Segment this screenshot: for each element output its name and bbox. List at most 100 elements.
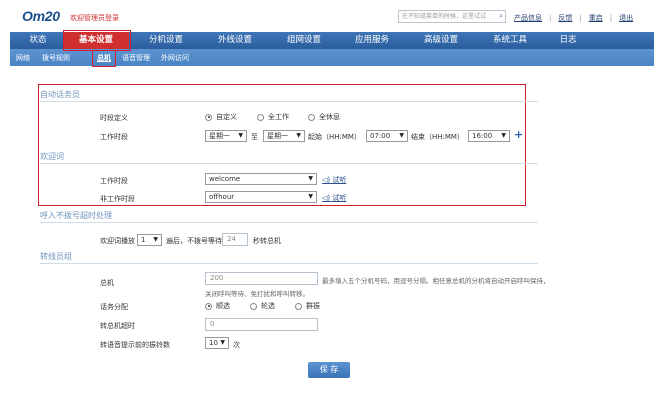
- radio-label: 全休息: [319, 113, 340, 121]
- logout-link[interactable]: 退出: [619, 13, 633, 23]
- speaker-icon: ◁): [322, 194, 331, 202]
- greeting-work-play-link[interactable]: ◁) 试听: [322, 175, 346, 185]
- highlight-box-content: [38, 84, 526, 206]
- highlight-box-subnav: [92, 50, 116, 67]
- greeting-off-play-link[interactable]: ◁) 试听: [322, 193, 346, 203]
- radio-custom[interactable]: 自定义: [205, 112, 237, 122]
- greeting-work-label: 工作时段: [100, 177, 128, 185]
- save-button[interactable]: 保 存: [308, 362, 350, 378]
- select-value: 10: [209, 339, 218, 347]
- nav-trunk-settings[interactable]: 外线设置: [200, 32, 270, 49]
- separator: |: [609, 14, 613, 22]
- radio-label: 群振: [306, 302, 320, 310]
- chevron-down-icon: ▼: [399, 132, 404, 139]
- search-input[interactable]: [399, 11, 493, 22]
- subnav-remote-access[interactable]: 外网访问: [161, 53, 189, 63]
- radio-label: 全工作: [268, 113, 289, 121]
- select-value: offhour: [209, 193, 235, 201]
- radio-all-work[interactable]: 全工作: [257, 112, 289, 122]
- nav-system-tools[interactable]: 系统工具: [476, 32, 544, 49]
- radio-label: 顺选: [216, 302, 230, 310]
- radio-dot[interactable]: [308, 113, 315, 121]
- section-divider: [40, 263, 538, 264]
- restart-link[interactable]: 重启: [589, 13, 603, 23]
- ring-count-label: 转语音提示前的振铃数: [100, 341, 170, 349]
- timeout-label: 转总机超时: [100, 322, 135, 330]
- search-box: ⌕: [398, 10, 506, 23]
- brand-logo: Om20: [22, 8, 60, 24]
- operator-ext-hint-2: 关闭呼叫等待、免打扰和呼叫转移。: [205, 290, 309, 298]
- nav-extension-settings[interactable]: 分机设置: [132, 32, 200, 49]
- top-links: 产品信息 | 反馈 | 重启 | 退出: [514, 13, 633, 23]
- feedback-link[interactable]: 反馈: [558, 13, 572, 23]
- chevron-down-icon: ▼: [296, 132, 301, 139]
- radio-dot[interactable]: [250, 302, 257, 310]
- operator-ext-hint: 最多填入五个分机号码，用逗号分隔。相任意总机的分机将自动开启呼叫保持，: [322, 277, 550, 285]
- radio-dot[interactable]: [205, 302, 212, 310]
- radio-ring-all[interactable]: 群振: [295, 301, 320, 311]
- chevron-down-icon: ▼: [220, 339, 225, 346]
- loop-count-select[interactable]: 1 ▼: [137, 234, 162, 246]
- section-title-greeting: 欢迎词: [40, 152, 64, 161]
- play-label: 试听: [332, 194, 347, 202]
- nav-log[interactable]: 日志: [544, 32, 592, 49]
- section-divider: [40, 222, 538, 223]
- nav-app-services[interactable]: 应用服务: [338, 32, 406, 49]
- loop-text-b: 遍后，不拨号等待: [166, 237, 222, 245]
- select-value: welcome: [209, 175, 241, 183]
- radio-dot[interactable]: [205, 113, 212, 121]
- day-to-select[interactable]: 星期一 ▼: [263, 130, 305, 142]
- subnav-network[interactable]: 网络: [16, 53, 30, 63]
- separator: |: [579, 14, 582, 22]
- play-label: 试听: [332, 176, 347, 184]
- subnav-voice-management[interactable]: 语音管理: [122, 53, 150, 63]
- radio-dot[interactable]: [295, 302, 302, 310]
- chevron-down-icon: ▼: [308, 175, 313, 182]
- greeting-off-select[interactable]: offhour ▼: [205, 191, 317, 203]
- subnav-dial-rules[interactable]: 拨号规则: [42, 53, 70, 63]
- chevron-down-icon: ▼: [501, 132, 506, 139]
- top-bar: Om20 欢迎管理员登录 ⌕ 产品信息 | 反馈 | 重启 | 退出: [0, 0, 663, 30]
- nav-status[interactable]: 状态: [16, 32, 60, 49]
- radio-all-rest[interactable]: 全休息: [308, 112, 340, 122]
- loop-text-a: 欢迎词播放: [100, 237, 135, 245]
- operator-ext-input[interactable]: 200: [205, 272, 318, 285]
- time-def-label: 时段定义: [100, 114, 128, 122]
- select-value: 07:00: [370, 132, 391, 140]
- product-info-link[interactable]: 产品信息: [514, 13, 542, 23]
- greeting-work-select[interactable]: welcome ▼: [205, 173, 317, 185]
- end-time-label: 结束（HH:MM）: [411, 133, 464, 141]
- timeout-input[interactable]: 0: [205, 318, 318, 331]
- wait-seconds-input[interactable]: 24: [222, 233, 248, 246]
- add-time-icon[interactable]: +: [514, 128, 523, 141]
- select-value: 1: [141, 236, 146, 244]
- section-title-no-dial: 呼入不拨号超时处理: [40, 211, 112, 220]
- radio-round-robin[interactable]: 轮选: [250, 301, 275, 311]
- select-value: 星期一: [267, 132, 288, 140]
- distribution-label: 话务分配: [100, 303, 128, 311]
- ring-count-select[interactable]: 10 ▼: [205, 337, 229, 349]
- to-label: 至: [251, 133, 258, 141]
- chevron-down-icon: ▼: [238, 132, 243, 139]
- highlight-box-nav: [63, 30, 131, 51]
- section-title-operator-group: 转线员组: [40, 252, 72, 261]
- welcome-text: 欢迎管理员登录: [70, 14, 119, 22]
- nav-network-settings[interactable]: 组网设置: [270, 32, 338, 49]
- start-time-label: 起始（HH:MM）: [308, 133, 361, 141]
- end-time-select[interactable]: 16:00 ▼: [468, 130, 510, 142]
- ring-unit: 次: [233, 341, 240, 349]
- nav-advanced-settings[interactable]: 高级设置: [406, 32, 476, 49]
- radio-sequential[interactable]: 顺选: [205, 301, 230, 311]
- search-icon[interactable]: ⌕: [499, 12, 503, 21]
- work-time-label: 工作时段: [100, 133, 128, 141]
- start-time-select[interactable]: 07:00 ▼: [366, 130, 408, 142]
- radio-dot[interactable]: [257, 113, 264, 121]
- separator: |: [549, 14, 552, 22]
- section-title-auto-attendant: 自动话务员: [40, 90, 80, 99]
- day-from-select[interactable]: 星期一 ▼: [205, 130, 247, 142]
- radio-label: 轮选: [261, 302, 275, 310]
- radio-label: 自定义: [216, 113, 237, 121]
- section-divider: [40, 101, 538, 102]
- section-divider: [40, 163, 538, 164]
- select-value: 16:00: [472, 132, 493, 140]
